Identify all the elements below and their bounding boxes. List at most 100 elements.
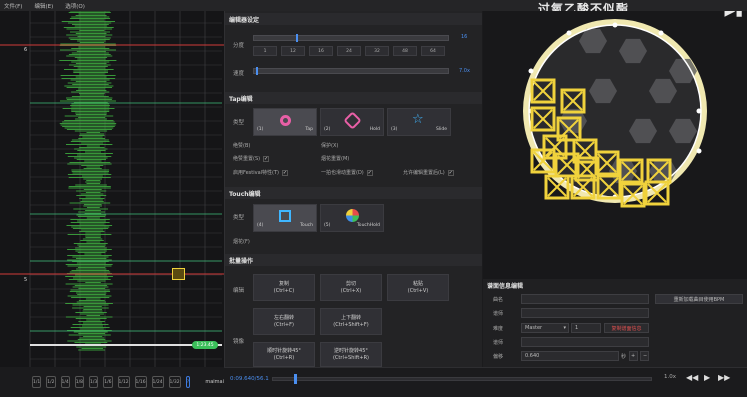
division-tick-button[interactable]: 16: [309, 46, 333, 56]
touch-icon: [279, 210, 291, 222]
help-button[interactable]: ?: [185, 376, 191, 388]
check-break-reset[interactable]: 绝赞重置(S) ✓: [233, 155, 270, 162]
ring-handle-dot: [696, 148, 702, 154]
check-festival[interactable]: 启用Festival特性(T) ✓: [233, 169, 289, 176]
checkmark-icon: ✓: [366, 169, 373, 176]
chart-preview[interactable]: ▶▮: [483, 11, 747, 279]
difficulty-select[interactable]: Master ▾: [521, 323, 569, 333]
tap-icon: [280, 115, 291, 126]
designer-field[interactable]: [521, 337, 649, 347]
touchhold-icon: [346, 209, 359, 222]
playback-bar: 0:09.640/56.1 1.0x ◀◀ ▶ ▶▶: [224, 367, 747, 397]
menu-edit[interactable]: 编辑(E): [34, 2, 53, 10]
section-touch-edit: Touch编辑: [225, 187, 482, 199]
tap-type-label: 类型: [233, 120, 245, 126]
division-tick-button[interactable]: 12: [281, 46, 305, 56]
preview-svg: [523, 19, 707, 208]
division-tool-button[interactable]: 1/2: [46, 376, 56, 388]
check-firework-reset[interactable]: 烟花重置(M): [321, 155, 349, 162]
chevron-down-icon: ▾: [563, 325, 566, 331]
playback-time: 0:09.640/56.1: [230, 376, 269, 382]
division-tool-button[interactable]: 1/3: [89, 376, 99, 388]
playback-seek-thumb[interactable]: [294, 374, 297, 384]
ring-handle-dot: [696, 108, 702, 114]
level-field[interactable]: 1: [571, 323, 601, 333]
touch-type-label: 类型: [233, 215, 245, 221]
division-tool-button[interactable]: 1/16: [134, 376, 147, 388]
checkmark-icon: ✓: [263, 155, 270, 162]
touch-type-touchhold-button[interactable]: (5) TouchHold: [320, 204, 384, 232]
division-tool-button[interactable]: 1/32: [168, 376, 181, 388]
playback-speed[interactable]: 1.0x: [664, 374, 676, 380]
waveform-svg: [0, 11, 224, 367]
timeline-panel[interactable]: 6 5 1:23.45: [0, 11, 224, 367]
speed-slider-thumb[interactable]: [256, 67, 258, 75]
division-tick-button[interactable]: 32: [365, 46, 389, 56]
division-tool-button[interactable]: 1/4: [60, 376, 70, 388]
author-label: 谱师: [493, 311, 504, 317]
paste-button[interactable]: 粘贴 (Ctrl+V): [387, 274, 449, 301]
flip-lr-button[interactable]: 左右翻转 (Ctrl+F): [253, 308, 315, 335]
cut-button[interactable]: 剪切 (Ctrl+X): [320, 274, 382, 301]
offset-decrement-button[interactable]: −: [640, 351, 649, 361]
offset-unit: 秒: [621, 354, 627, 360]
reload-bpm-button[interactable]: 重新加载曲目使用BPM: [655, 294, 743, 304]
menu-bar: 文件(F) 编辑(E) 选项(O): [0, 0, 747, 11]
division-tool-button[interactable]: 1/1: [32, 376, 42, 388]
division-tick-button[interactable]: 1: [253, 46, 277, 56]
menu-options[interactable]: 选项(O): [65, 2, 85, 10]
division-tool-button[interactable]: 1/6: [103, 376, 113, 388]
menu-file[interactable]: 文件(F): [4, 2, 22, 10]
forward-icon[interactable]: ▶▶: [718, 373, 730, 382]
check-allow-edit[interactable]: 允许编辑重置后(L) ✓: [403, 169, 454, 176]
playback-seekbar[interactable]: [272, 377, 652, 381]
star-icon: ☆: [412, 112, 424, 127]
level-label: 谱师: [493, 340, 504, 346]
rotate-ccw-button[interactable]: 逆时针旋转45° (Ctrl+Shift+R): [320, 342, 382, 367]
artist-label: 曲名: [493, 297, 504, 303]
division-tick-button[interactable]: 48: [393, 46, 417, 56]
copy-button[interactable]: 复制 (Ctrl+C): [253, 274, 315, 301]
tap-type-tap-button[interactable]: (1) Tap: [253, 108, 317, 136]
ring-handle-dot: [612, 22, 618, 28]
check-firework[interactable]: 烟花(F): [233, 238, 250, 245]
hold-icon: [343, 111, 362, 130]
check-ex[interactable]: 保护(X): [321, 142, 338, 149]
speed-slider[interactable]: [253, 67, 449, 75]
ring-handle-dot: [528, 68, 534, 74]
checkmark-icon: ✓: [447, 169, 454, 176]
division-value: 16: [461, 34, 468, 40]
batch-edit-label: 编辑: [233, 288, 245, 294]
maimai-logo: maimai: [205, 379, 224, 385]
checkmark-icon: ✓: [282, 169, 289, 176]
division-tool-button[interactable]: 1/24: [151, 376, 164, 388]
touch-type-touch-button[interactable]: (4) Touch: [253, 204, 317, 232]
artist-field[interactable]: [521, 294, 649, 304]
division-tick-button[interactable]: 64: [421, 46, 445, 56]
timeline-toolbar: 1/1 1/2 1/4 1/8 1/3 1/6 1/12 1/16 1/24 1/32? maima…: [0, 367, 224, 397]
rotate-cw-button[interactable]: 顺时针旋转45° (Ctrl+R): [253, 342, 315, 367]
time-badge: 1:23.45: [192, 341, 218, 349]
division-tool-button[interactable]: 1/8: [74, 376, 84, 388]
division-slider[interactable]: [253, 34, 449, 42]
division-slider-thumb[interactable]: [296, 34, 298, 42]
ring-handle-dot: [566, 30, 572, 36]
tap-type-hold-button[interactable]: (2) Hold: [320, 108, 384, 136]
timeline-cursor-note-icon[interactable]: [172, 268, 185, 280]
division-tick-button[interactable]: 24: [337, 46, 361, 56]
division-label: 分度: [233, 43, 245, 49]
author-field[interactable]: [521, 308, 649, 318]
check-slide-reset[interactable]: 一拍也滑动重置(D) ✓: [321, 169, 373, 176]
batch-flip-label: 镜像: [233, 339, 245, 345]
play-icon[interactable]: ▶: [704, 373, 710, 382]
offset-field[interactable]: 0.640: [521, 351, 619, 361]
offset-increment-button[interactable]: +: [629, 351, 638, 361]
copy-chart-info-button[interactable]: 复制谱面信息: [604, 323, 649, 333]
timeline-measure-marker: 6: [24, 47, 28, 53]
check-break[interactable]: 绝赞(B): [233, 142, 250, 149]
rewind-icon[interactable]: ◀◀: [686, 373, 698, 382]
division-tool-button[interactable]: 1/12: [117, 376, 130, 388]
section-editor-settings: 编辑器设定: [225, 13, 482, 25]
tap-type-slide-button[interactable]: ☆ (3) Slide: [387, 108, 451, 136]
flip-ud-button[interactable]: 上下翻转 (Ctrl+Shift+F): [320, 308, 382, 335]
